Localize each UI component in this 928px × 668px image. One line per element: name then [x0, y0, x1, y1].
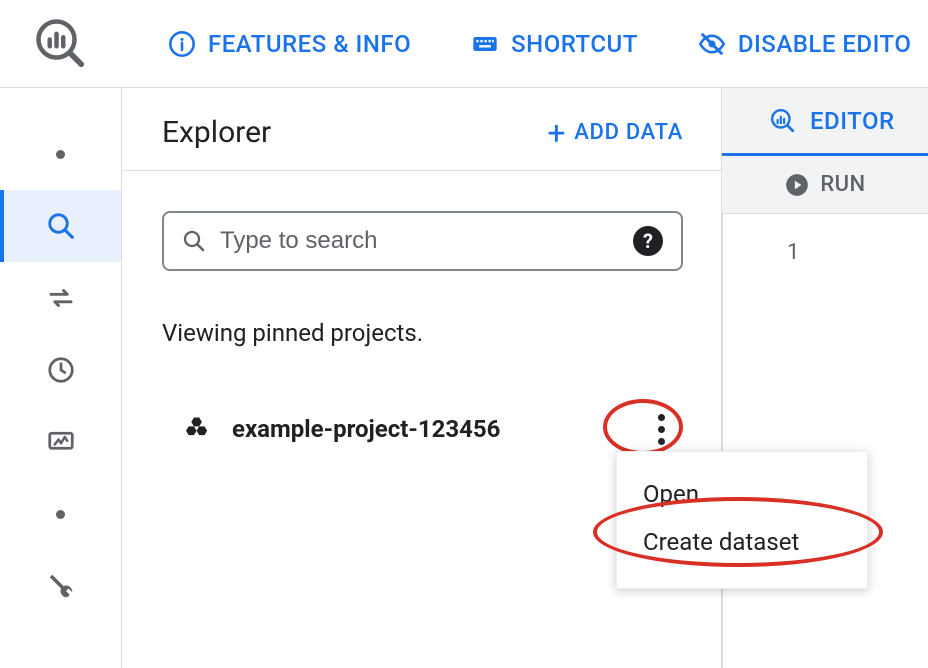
rail-item-dot2[interactable]	[0, 478, 121, 550]
project-actions-button[interactable]	[640, 406, 683, 453]
dot-icon	[56, 510, 65, 519]
plus-icon: +	[547, 117, 566, 149]
keyboard-icon	[471, 30, 499, 58]
bigquery-logo-icon	[34, 17, 88, 71]
left-rail	[0, 88, 122, 668]
editor-tab[interactable]: EDITOR	[722, 88, 928, 156]
swap-icon	[46, 283, 76, 313]
features-info-link[interactable]: FEATURES & INFO	[168, 30, 411, 58]
project-name: example-project-123456	[232, 415, 500, 443]
disable-editor-label: DISABLE EDITO	[738, 30, 912, 58]
search-icon	[182, 229, 206, 253]
project-context-menu: Open Create dataset	[616, 451, 868, 589]
menu-item-create-dataset[interactable]: Create dataset	[617, 518, 867, 566]
visibility-off-icon	[698, 30, 726, 58]
rail-item-transfers[interactable]	[0, 262, 121, 334]
disable-editor-link[interactable]: DISABLE EDITO	[698, 30, 912, 58]
add-data-label: ADD DATA	[574, 120, 683, 145]
play-icon	[784, 172, 810, 198]
add-data-button[interactable]: + ADD DATA	[547, 117, 683, 149]
dot-icon	[56, 150, 65, 159]
menu-item-open[interactable]: Open	[617, 470, 867, 518]
wrench-icon	[46, 571, 76, 601]
project-row[interactable]: example-project-123456 Open Create datas…	[162, 405, 683, 453]
features-info-label: FEATURES & INFO	[208, 30, 411, 58]
info-icon	[168, 30, 196, 58]
run-label: RUN	[820, 172, 865, 197]
explorer-panel: Explorer + ADD DATA ? Viewing pinned pro…	[122, 88, 722, 668]
clock-icon	[46, 355, 76, 385]
top-bar: FEATURES & INFO SHORTCUT DISABLE EDITO	[0, 0, 928, 88]
magnify-icon	[46, 211, 76, 241]
rail-item-scheduled[interactable]	[0, 334, 121, 406]
bigquery-small-icon	[770, 108, 796, 134]
search-box[interactable]: ?	[162, 211, 683, 271]
shortcut-label: SHORTCUT	[511, 30, 638, 58]
shortcut-link[interactable]: SHORTCUT	[471, 30, 638, 58]
monitor-icon	[46, 427, 76, 457]
search-help-button[interactable]: ?	[633, 226, 663, 256]
search-input[interactable]	[220, 227, 619, 255]
editor-gutter[interactable]: 1	[722, 214, 928, 668]
app-logo	[0, 0, 122, 87]
rail-item-workspace[interactable]	[0, 190, 121, 262]
editor-tab-label: EDITOR	[810, 107, 895, 135]
rail-item-dot1[interactable]	[0, 118, 121, 190]
run-button[interactable]: RUN	[722, 156, 928, 214]
pinned-projects-text: Viewing pinned projects.	[162, 319, 683, 347]
line-number: 1	[787, 240, 799, 265]
project-icon	[186, 415, 216, 443]
rail-item-settings[interactable]	[0, 550, 121, 622]
explorer-title: Explorer	[162, 115, 271, 150]
rail-item-reservations[interactable]	[0, 406, 121, 478]
